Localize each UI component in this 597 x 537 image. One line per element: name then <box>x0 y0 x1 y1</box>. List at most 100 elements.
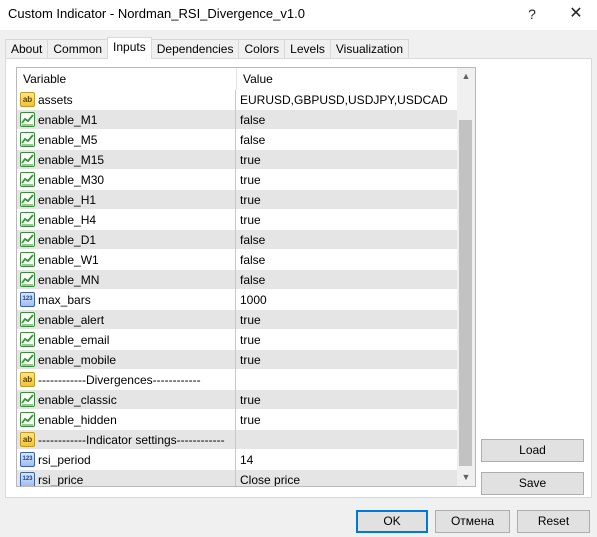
ok-button[interactable]: OK <box>356 510 428 533</box>
value-cell[interactable]: false <box>237 250 457 270</box>
load-button[interactable]: Load <box>481 439 584 462</box>
inputs-panel: Variable Value ab assets EURUSD,GBPUSD,USD… <box>5 58 592 498</box>
inputs-grid[interactable]: Variable Value ab assets EURUSD,GBPUSD,USD… <box>16 67 476 487</box>
tab-levels[interactable]: Levels <box>284 39 331 59</box>
value-cell[interactable]: 14 <box>237 450 457 470</box>
variable-name: enable_M5 <box>38 133 98 147</box>
tab-about[interactable]: About <box>5 39 49 59</box>
table-row[interactable]: enable_M30 true <box>17 170 457 190</box>
table-row[interactable]: enable_alert true <box>17 310 457 330</box>
table-row[interactable]: enable_MN false <box>17 270 457 290</box>
value-cell[interactable]: 1000 <box>237 290 457 310</box>
variable-cell: enable_M1 <box>17 110 236 130</box>
variable-name: enable_M1 <box>38 113 98 127</box>
value-cell[interactable]: true <box>237 390 457 410</box>
tab-strip: About Common Inputs Dependencies Colors Level… <box>5 37 410 59</box>
variable-cell: enable_mobile <box>17 350 236 370</box>
variable-cell: 123 rsi_period <box>17 450 236 470</box>
variable-name: assets <box>38 93 73 107</box>
tab-dependencies[interactable]: Dependencies <box>150 39 240 59</box>
variable-cell: enable_D1 <box>17 230 236 250</box>
reset-button[interactable]: Reset <box>517 510 590 533</box>
tab-visualization[interactable]: Visualization <box>329 39 410 59</box>
save-button[interactable]: Save <box>481 472 584 495</box>
table-row[interactable]: enable_M15 true <box>17 150 457 170</box>
number-icon: 123 <box>20 452 35 467</box>
table-row[interactable]: enable_mobile true <box>17 350 457 370</box>
variable-name: enable_M15 <box>38 153 105 167</box>
table-row[interactable]: enable_classic true <box>17 390 457 410</box>
close-button[interactable]: ✕ <box>561 2 591 26</box>
help-button[interactable]: ? <box>517 2 547 26</box>
variable-cell: enable_MN <box>17 270 236 290</box>
table-row[interactable]: ab ------------Indicator settings--------… <box>17 430 457 450</box>
bool-icon <box>20 132 35 147</box>
value-cell[interactable]: Close price <box>237 470 457 486</box>
value-cell[interactable]: true <box>237 330 457 350</box>
value-cell[interactable]: true <box>237 210 457 230</box>
value-cell[interactable]: true <box>237 310 457 330</box>
variable-cell: ab ------------Indicator settings--------… <box>17 430 236 450</box>
vertical-scrollbar[interactable]: ▲ ▼ <box>457 68 475 486</box>
value-cell[interactable]: false <box>237 130 457 150</box>
table-row[interactable]: enable_W1 false <box>17 250 457 270</box>
variable-name: enable_MN <box>38 273 100 287</box>
variable-name: enable_classic <box>38 393 117 407</box>
dialog-body: About Common Inputs Dependencies Colors Level… <box>0 30 597 537</box>
string-icon: ab <box>20 92 35 107</box>
table-row[interactable]: enable_H4 true <box>17 210 457 230</box>
variable-name: enable_H1 <box>38 193 97 207</box>
table-row[interactable]: enable_hidden true <box>17 410 457 430</box>
value-cell[interactable]: true <box>237 350 457 370</box>
value-cell[interactable] <box>237 430 457 450</box>
bool-icon <box>20 352 35 367</box>
table-row[interactable]: 123 rsi_price Close price <box>17 470 457 487</box>
scroll-up-arrow-icon[interactable]: ▲ <box>457 68 475 85</box>
variable-cell: ab ------------Divergences------------ <box>17 370 236 390</box>
variable-cell: enable_alert <box>17 310 236 330</box>
value-cell[interactable] <box>237 370 457 390</box>
value-cell[interactable]: true <box>237 170 457 190</box>
number-icon: 123 <box>20 292 35 307</box>
cancel-button[interactable]: Отмена <box>435 510 510 533</box>
bool-icon <box>20 312 35 327</box>
variable-name: rsi_period <box>38 453 91 467</box>
variable-name: enable_D1 <box>38 233 97 247</box>
variable-name: ------------Divergences------------ <box>38 373 201 387</box>
tab-inputs[interactable]: Inputs <box>107 37 152 59</box>
column-header-value[interactable]: Value <box>237 68 457 90</box>
table-row[interactable]: enable_M1 false <box>17 110 457 130</box>
grid-header: Variable Value <box>17 68 457 90</box>
variable-cell: enable_hidden <box>17 410 236 430</box>
table-row[interactable]: 123 max_bars 1000 <box>17 290 457 310</box>
bool-icon <box>20 152 35 167</box>
value-cell[interactable]: false <box>237 270 457 290</box>
scrollbar-thumb[interactable] <box>459 120 472 466</box>
table-row[interactable]: enable_email true <box>17 330 457 350</box>
table-row[interactable]: enable_D1 false <box>17 230 457 250</box>
value-cell[interactable]: false <box>237 110 457 130</box>
tab-colors[interactable]: Colors <box>238 39 286 59</box>
variable-cell: enable_classic <box>17 390 236 410</box>
variable-name: enable_M30 <box>38 173 105 187</box>
table-row[interactable]: ab ------------Divergences------------ <box>17 370 457 390</box>
table-row[interactable]: 123 rsi_period 14 <box>17 450 457 470</box>
table-row[interactable]: enable_M5 false <box>17 130 457 150</box>
bool-icon <box>20 412 35 427</box>
number-icon: 123 <box>20 472 35 486</box>
scroll-down-arrow-icon[interactable]: ▼ <box>457 469 475 486</box>
value-cell[interactable]: true <box>237 150 457 170</box>
value-cell[interactable]: true <box>237 190 457 210</box>
variable-cell: ab assets <box>17 90 236 110</box>
variable-cell: enable_email <box>17 330 236 350</box>
table-row[interactable]: ab assets EURUSD,GBPUSD,USDJPY,USDCAD <box>17 90 457 110</box>
value-cell[interactable]: false <box>237 230 457 250</box>
value-cell[interactable]: true <box>237 410 457 430</box>
variable-cell: 123 max_bars <box>17 290 236 310</box>
table-row[interactable]: enable_H1 true <box>17 190 457 210</box>
tab-common[interactable]: Common <box>47 39 109 59</box>
column-header-variable[interactable]: Variable <box>17 68 237 90</box>
value-cell[interactable]: EURUSD,GBPUSD,USDJPY,USDCAD <box>237 90 457 110</box>
variable-name: rsi_price <box>38 473 84 487</box>
variable-name: ------------Indicator settings----------… <box>38 433 225 447</box>
